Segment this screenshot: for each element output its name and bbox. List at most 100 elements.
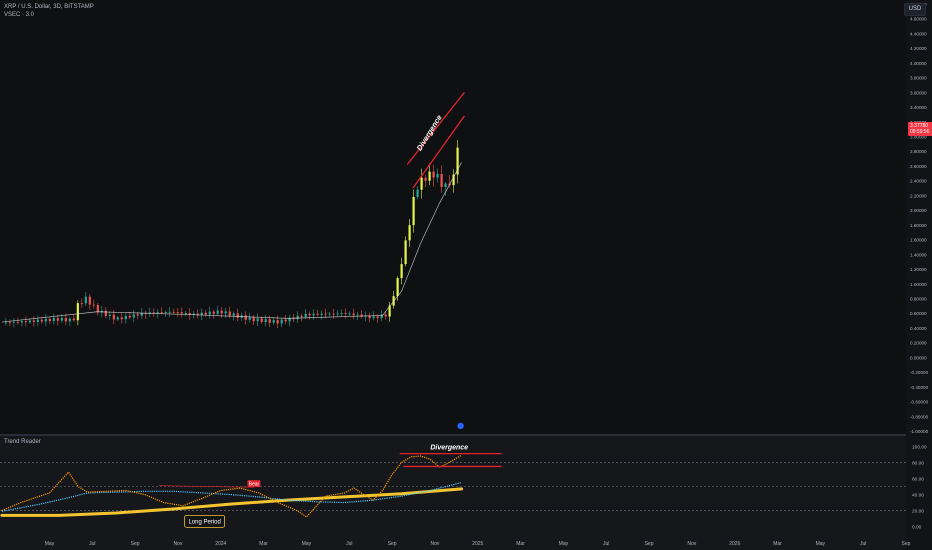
time-tick-label: Sep (388, 541, 397, 547)
candle-body (80, 303, 83, 304)
candle-body (424, 177, 427, 181)
price-tick-label: -0.60000 (910, 400, 929, 405)
candle-body (248, 317, 251, 320)
trend-tick-label: 60.00 (912, 476, 924, 482)
currency-button[interactable]: USD (904, 3, 926, 16)
candle-body (76, 303, 79, 321)
candle-body (264, 319, 267, 322)
time-tick-label: 2026 (729, 541, 740, 547)
trend-tick-label: 100.00 (912, 444, 927, 450)
candle-body (136, 314, 139, 316)
trend-tick-label: 40.00 (912, 493, 924, 499)
candle-body (348, 313, 351, 315)
candle-body (328, 313, 331, 315)
trend-tick-label: 0.00 (912, 525, 922, 531)
candle-body (220, 310, 223, 314)
time-tick-label: May (816, 541, 826, 547)
trend-tick-label: 80.00 (912, 460, 924, 466)
indicator-legend: VSEC · 3.0 (4, 12, 35, 18)
candle-body (300, 315, 303, 317)
candle-body (36, 319, 39, 322)
candle-body (180, 312, 183, 314)
time-tick-label: Jul (603, 541, 609, 547)
price-tick-label: 1.40000 (910, 252, 927, 257)
candle-body (340, 313, 343, 314)
candle-body (336, 313, 339, 315)
candle-body (60, 317, 63, 321)
candle-body (32, 320, 35, 322)
candle-body (52, 318, 55, 322)
candle-body (24, 321, 27, 323)
candle-body (272, 320, 275, 323)
candle-body (20, 321, 23, 323)
candle-body (16, 321, 19, 323)
candle-body (176, 312, 179, 313)
price-tick-label: 4.40000 (910, 31, 927, 36)
price-tick-label: -0.80000 (910, 414, 929, 419)
candle-body (256, 318, 259, 322)
candle-body (128, 315, 131, 318)
candle-body (208, 311, 211, 315)
price-tick-label: -0.40000 (910, 385, 929, 390)
candle-body (420, 177, 423, 190)
candle-body (152, 312, 155, 314)
candle-body (412, 196, 415, 226)
time-tick-label: Mar (773, 541, 782, 547)
last-price-tag: 3.37780 09:59:56 (908, 122, 932, 136)
price-tick-label: -1.00000 (910, 429, 929, 434)
candle-body (236, 313, 239, 318)
candle-body (276, 320, 279, 324)
time-tick-label: Nov (430, 541, 439, 547)
time-tick-label: Mar (516, 541, 525, 547)
price-tick-label: 0.00000 (910, 355, 927, 360)
candle-body (244, 315, 247, 320)
price-tick-label: 4.20000 (910, 46, 927, 51)
pane-separator[interactable] (0, 434, 906, 436)
candle-body (88, 296, 91, 305)
price-tick-label: 2.60000 (910, 164, 927, 169)
price-tick-label: 0.60000 (910, 311, 927, 316)
candle-body (444, 183, 447, 187)
candle-body (228, 311, 231, 316)
time-tick-label: Jul (860, 541, 866, 547)
price-tick-label: 0.40000 (910, 326, 927, 331)
candle-body (436, 173, 439, 178)
bar-countdown: 09:59:56 (910, 129, 930, 135)
price-axis-bg (906, 0, 932, 550)
candle-body (116, 317, 119, 320)
candle-body (280, 319, 283, 324)
time-tick-label: Nov (174, 541, 183, 547)
candle-body (84, 296, 87, 304)
candle-body (260, 318, 263, 322)
trend-reader-legend: Trend Reader (4, 439, 41, 445)
candle-body (204, 312, 207, 315)
candle-body (296, 315, 299, 320)
price-tick-label: 2.00000 (910, 208, 927, 213)
chart-canvas[interactable]: 4.800004.600004.400004.200004.000003.800… (0, 0, 932, 550)
candle-body (216, 310, 219, 314)
candle-body (372, 316, 375, 319)
candle-body (132, 314, 135, 318)
time-tick-label: Sep (645, 541, 654, 547)
candle-body (324, 313, 327, 315)
candle-body (92, 304, 95, 306)
candle-body (432, 171, 435, 178)
candle-body (308, 313, 311, 316)
candle-body (384, 314, 387, 317)
lower-divergence-label: Divergence (430, 445, 468, 452)
price-tick-label: 3.40000 (910, 105, 927, 110)
candle-body (172, 311, 175, 313)
candle-body (104, 310, 107, 316)
time-tick-label: May (559, 541, 569, 547)
candle-body (28, 320, 31, 323)
candle-body (232, 313, 235, 316)
time-tick-label: May (45, 541, 55, 547)
price-tick-label: 1.20000 (910, 267, 927, 272)
candle-body (224, 311, 227, 314)
candle-body (164, 312, 167, 313)
symbol-legend: XRP / U.S. Dollar, 3D, BITSTAMP (4, 4, 94, 10)
candle-body (64, 317, 67, 322)
candle-body (396, 278, 399, 297)
candle-body (8, 322, 11, 324)
price-tick-label: 4.60000 (910, 17, 927, 22)
